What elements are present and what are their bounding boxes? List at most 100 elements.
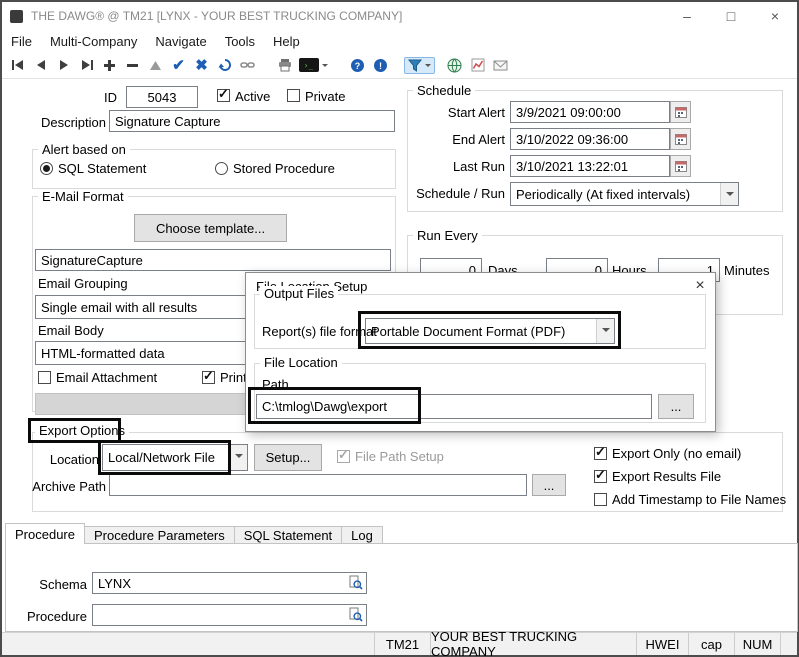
- tab-sql-statement[interactable]: SQL Statement: [235, 526, 342, 544]
- last-run-field[interactable]: 3/10/2021 13:22:01: [510, 155, 670, 177]
- schema-label: Schema: [37, 577, 87, 592]
- console-button[interactable]: ›_: [296, 54, 330, 76]
- last-run-label: Last Run: [410, 159, 505, 174]
- calendar-icon: [675, 106, 687, 118]
- chevron-down-icon: [322, 64, 328, 70]
- unlink-icon[interactable]: [236, 54, 259, 76]
- menu-help[interactable]: Help: [264, 32, 309, 51]
- first-record-button[interactable]: [6, 54, 29, 76]
- calendar-icon: [675, 160, 687, 172]
- report-format-select[interactable]: Portable Document Format (PDF): [365, 318, 615, 344]
- path-label: Path: [262, 377, 289, 392]
- calendar-icon: [675, 133, 687, 145]
- tab-log[interactable]: Log: [342, 526, 383, 544]
- archive-browse-button[interactable]: ...: [532, 474, 566, 496]
- menu-navigate[interactable]: Navigate: [146, 32, 215, 51]
- web-icon[interactable]: [443, 54, 466, 76]
- refresh-icon[interactable]: [213, 54, 236, 76]
- active-checkbox[interactable]: [217, 89, 230, 102]
- start-alert-field[interactable]: 3/9/2021 09:00:00: [510, 101, 670, 123]
- export-only-checkbox[interactable]: [594, 447, 607, 460]
- sql-statement-radio[interactable]: [40, 162, 53, 175]
- add-record-icon[interactable]: [98, 54, 121, 76]
- save-icon[interactable]: ✔: [167, 54, 190, 76]
- template-name-field[interactable]: SignatureCapture: [35, 249, 391, 271]
- start-alert-calendar-button[interactable]: [670, 101, 691, 123]
- filter-icon: [408, 59, 422, 72]
- minutes-label: Minutes: [724, 263, 770, 278]
- tab-procedure[interactable]: Procedure: [5, 523, 85, 544]
- help-icon[interactable]: ?: [346, 54, 369, 76]
- id-label: ID: [72, 90, 117, 105]
- path-browse-button[interactable]: ...: [658, 394, 694, 419]
- schedule-run-select[interactable]: Periodically (At fixed intervals): [510, 182, 739, 206]
- status-num: NUM: [735, 633, 781, 655]
- id-field[interactable]: 5043: [126, 86, 198, 108]
- tab-procedure-parameters[interactable]: Procedure Parameters: [85, 526, 235, 544]
- archive-path-label: Archive Path: [32, 479, 106, 494]
- print-checkbox[interactable]: [202, 371, 215, 384]
- dialog-close-button[interactable]: ×: [689, 276, 711, 296]
- file-location-setup-dialog: File Location Setup × Output Files Repor…: [245, 272, 716, 432]
- last-record-button[interactable]: [75, 54, 98, 76]
- private-checkbox[interactable]: [287, 89, 300, 102]
- status-bar: TM21 YOUR BEST TRUCKING COMPANY HWEI cap…: [2, 632, 797, 655]
- menu-multi-company[interactable]: Multi-Company: [41, 32, 146, 51]
- private-label: Private: [305, 89, 345, 104]
- schema-lookup-button[interactable]: [348, 575, 363, 590]
- svg-text:?: ?: [355, 61, 361, 71]
- file-location-legend: File Location: [260, 355, 342, 370]
- cancel-icon[interactable]: ✖: [190, 54, 213, 76]
- stored-procedure-radio[interactable]: [215, 162, 228, 175]
- description-field[interactable]: Signature Capture: [109, 110, 395, 132]
- title-bar: THE DAWG® @ TM21 [LYNX - YOUR BEST TRUCK…: [2, 2, 797, 30]
- email-icon[interactable]: [489, 54, 512, 76]
- menu-file[interactable]: File: [2, 32, 41, 51]
- procedure-lookup-button[interactable]: [348, 607, 363, 622]
- chevron-down-icon[interactable]: [720, 183, 738, 205]
- setup-button[interactable]: Setup...: [254, 444, 322, 471]
- status-user: HWEI: [637, 633, 689, 655]
- info-icon[interactable]: !: [369, 54, 392, 76]
- status-empty: [2, 633, 375, 655]
- email-attachment-checkbox[interactable]: [38, 371, 51, 384]
- run-every-legend: Run Every: [413, 228, 482, 243]
- export-results-checkbox[interactable]: [594, 470, 607, 483]
- location-select[interactable]: Local/Network File: [102, 444, 248, 471]
- add-timestamp-checkbox[interactable]: [594, 493, 607, 506]
- add-timestamp-label: Add Timestamp to File Names: [612, 492, 786, 507]
- maximize-button[interactable]: □: [709, 2, 753, 30]
- move-up-icon[interactable]: [144, 54, 167, 76]
- chevron-down-icon[interactable]: [229, 445, 247, 470]
- path-field[interactable]: C:\tmlog\Dawg\export: [256, 394, 652, 419]
- close-button[interactable]: ×: [753, 2, 797, 30]
- last-run-calendar-button[interactable]: [670, 155, 691, 177]
- procedure-field[interactable]: [92, 604, 367, 626]
- svg-text:!: !: [379, 61, 382, 71]
- schema-field[interactable]: LYNX: [92, 572, 367, 594]
- archive-path-field[interactable]: [109, 474, 527, 496]
- end-alert-field[interactable]: 3/10/2022 09:36:00: [510, 128, 670, 150]
- minimize-button[interactable]: –: [665, 2, 709, 30]
- menu-bar: File Multi-Company Navigate Tools Help: [2, 30, 797, 52]
- email-grouping-label: Email Grouping: [38, 276, 128, 291]
- chevron-down-icon[interactable]: [596, 319, 614, 343]
- chart-icon[interactable]: [466, 54, 489, 76]
- print-icon[interactable]: [273, 54, 296, 76]
- console-icon: ›_: [299, 58, 319, 72]
- menu-tools[interactable]: Tools: [216, 32, 264, 51]
- schedule-legend: Schedule: [413, 83, 475, 98]
- choose-template-button[interactable]: Choose template...: [134, 214, 287, 242]
- app-window: THE DAWG® @ TM21 [LYNX - YOUR BEST TRUCK…: [0, 0, 799, 657]
- end-alert-calendar-button[interactable]: [670, 128, 691, 150]
- alert-based-on-legend: Alert based on: [38, 142, 130, 157]
- filter-button[interactable]: [404, 57, 435, 74]
- delete-record-icon[interactable]: [121, 54, 144, 76]
- end-alert-label: End Alert: [410, 132, 505, 147]
- next-record-button[interactable]: [52, 54, 75, 76]
- email-body-label: Email Body: [38, 323, 104, 338]
- active-label: Active: [235, 89, 270, 104]
- file-path-setup-checkbox: [337, 450, 350, 463]
- previous-record-button[interactable]: [29, 54, 52, 76]
- toolbar: ✔ ✖ ›_ ? !: [2, 52, 797, 79]
